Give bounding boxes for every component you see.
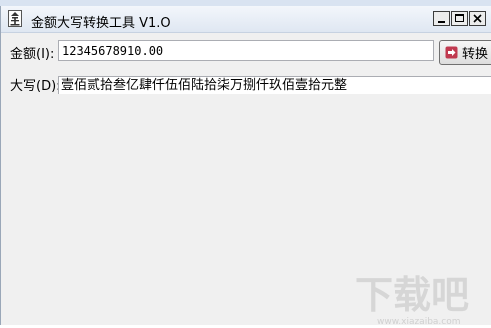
minimize-icon [438,21,445,23]
amount-hotkey: (I) [36,47,50,62]
app-icon [8,10,22,27]
window-controls [432,11,486,26]
amount-label: 金额(I): [10,47,55,62]
maximize-icon [455,14,464,22]
convert-arrow-icon [445,46,458,59]
title-bar[interactable]: 金额大写转换工具 V1.O [1,6,491,33]
close-icon [473,14,482,23]
upper-hotkey: (D) [36,79,57,94]
watermark-url: www.xiazaiba.com [377,317,461,327]
watermark-text: 下载吧 [355,273,469,317]
maximize-button[interactable] [451,11,468,26]
window-title: 金额大写转换工具 V1.O [31,16,171,31]
uppercase-result-text: 壹佰贰拾叁亿肆仟伍佰陆拾柒万捌仟玖佰壹拾元整 [61,78,348,93]
watermark-logo: 下载吧 www.xiazaiba.com [355,273,469,327]
app-window: 金额大写转换工具 V1.O 金额(I): 转换 大写(D): [0,6,491,327]
upper-label: 大写(D): [10,75,61,94]
amount-label-text: 金额 [10,47,37,62]
uppercase-result-field[interactable]: 壹佰贰拾叁亿肆仟伍佰陆拾柒万捌仟玖佰壹拾元整 [58,76,491,94]
minimize-button[interactable] [433,11,450,26]
close-button[interactable] [469,11,486,26]
amount-input[interactable] [58,40,434,61]
convert-button-label: 转换 [462,47,489,62]
convert-button[interactable]: 转换 [439,40,491,65]
upper-label-text: 大写 [10,79,37,94]
